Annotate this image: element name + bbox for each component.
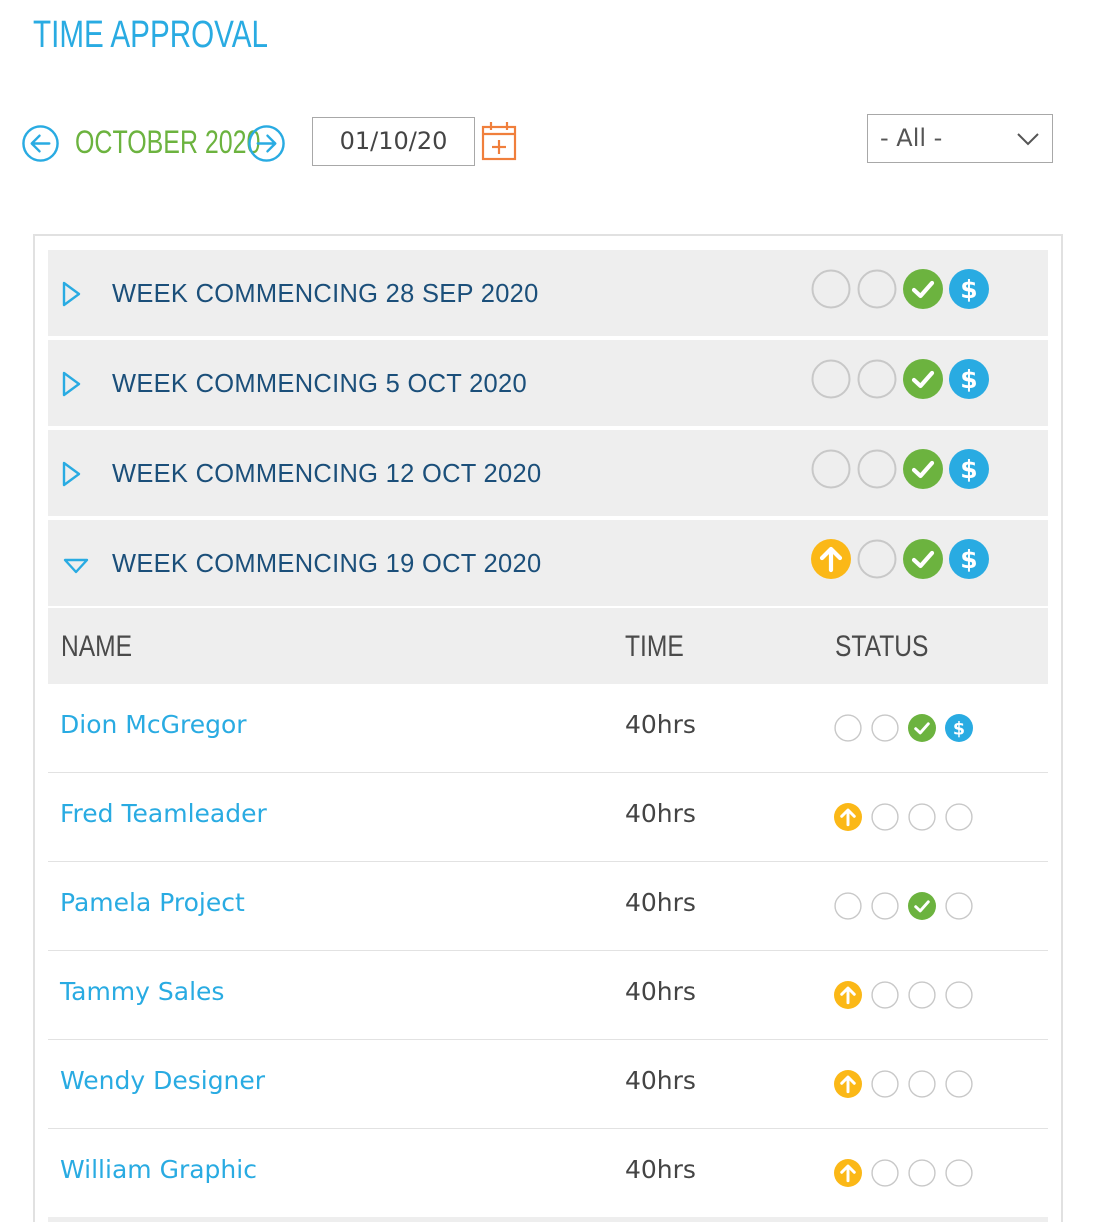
employee-time: 40hrs: [625, 710, 696, 739]
status-paid-dollar-icon: $: [945, 714, 973, 742]
status-approved-check-icon: [903, 449, 943, 489]
table-row: Dion McGregor 40hrs $: [48, 684, 1048, 773]
column-header-time: TIME: [625, 630, 684, 663]
status-approved-check-icon: [903, 359, 943, 399]
status-empty-icon: [945, 1070, 973, 1098]
status-paid-dollar-icon: $: [949, 269, 989, 309]
status-empty-icon: [871, 981, 899, 1009]
column-header-status: STATUS: [835, 630, 929, 663]
status-submitted-arrow-icon: [834, 1159, 862, 1187]
employee-name-link[interactable]: Pamela Project: [60, 888, 245, 917]
week-label: WEEK COMMENCING 12 OCT 2020: [112, 458, 542, 488]
filter-selected-value: - All -: [880, 124, 943, 152]
week-row[interactable]: WEEK COMMENCING 12 OCT 2020 $: [48, 430, 1048, 516]
status-empty-icon: [811, 359, 851, 399]
status-empty-icon: [945, 892, 973, 920]
status-empty-icon: [871, 892, 899, 920]
status-empty-icon: [811, 269, 851, 309]
current-month-label: OCTOBER 2020: [75, 124, 261, 160]
column-header-name: NAME: [61, 630, 133, 663]
svg-text:$: $: [960, 275, 977, 304]
status-submitted-arrow-icon: [834, 803, 862, 831]
triangle-right-icon[interactable]: [60, 370, 84, 398]
status-empty-icon: [834, 714, 862, 742]
triangle-down-icon[interactable]: [62, 556, 90, 576]
table-header: NAME TIME STATUS: [48, 608, 1048, 684]
table-row: Pamela Project 40hrs: [48, 862, 1048, 951]
status-approved-check-icon: [908, 892, 936, 920]
employee-name-link[interactable]: Fred Teamleader: [60, 799, 267, 828]
status-empty-icon: [871, 1070, 899, 1098]
employee-name-link[interactable]: Dion McGregor: [60, 710, 247, 739]
date-input[interactable]: 01/10/20: [312, 117, 475, 166]
svg-text:$: $: [953, 719, 965, 739]
next-month-icon[interactable]: [247, 124, 286, 163]
svg-text:$: $: [960, 365, 977, 394]
status-empty-icon: [908, 1070, 936, 1098]
status-empty-icon: [945, 1159, 973, 1187]
chevron-down-icon: [1017, 133, 1039, 146]
calendar-add-icon[interactable]: [481, 121, 517, 161]
week-row-expanded[interactable]: WEEK COMMENCING 19 OCT 2020 $: [48, 520, 1048, 606]
status-empty-icon: [945, 803, 973, 831]
week-label: WEEK COMMENCING 19 OCT 2020: [112, 548, 542, 578]
employee-time: 40hrs: [625, 977, 696, 1006]
svg-text:$: $: [960, 455, 977, 484]
status-empty-icon: [857, 269, 897, 309]
employee-time: 40hrs: [625, 1066, 696, 1095]
employee-name-link[interactable]: Tammy Sales: [60, 977, 224, 1006]
status-empty-icon: [871, 803, 899, 831]
status-empty-icon: [871, 1159, 899, 1187]
status-paid-dollar-icon: $: [949, 539, 989, 579]
status-empty-icon: [908, 981, 936, 1009]
employee-time: 40hrs: [625, 1155, 696, 1184]
status-submitted-arrow-icon: [811, 539, 851, 579]
status-empty-icon: [945, 981, 973, 1009]
employee-name-link[interactable]: Wendy Designer: [60, 1066, 265, 1095]
status-submitted-arrow-icon: [834, 981, 862, 1009]
status-empty-icon: [811, 449, 851, 489]
status-empty-icon: [908, 1159, 936, 1187]
week-label: WEEK COMMENCING 5 OCT 2020: [112, 368, 527, 398]
week-row[interactable]: WEEK COMMENCING 28 SEP 2020 $: [48, 250, 1048, 336]
status-filter-select[interactable]: - All -: [867, 114, 1053, 163]
triangle-right-icon[interactable]: [60, 280, 84, 308]
status-approved-check-icon: [903, 539, 943, 579]
page-title: TIME APPROVAL: [33, 14, 268, 56]
next-section-strip: [48, 1217, 1048, 1222]
status-paid-dollar-icon: $: [949, 359, 989, 399]
employee-time: 40hrs: [625, 799, 696, 828]
triangle-right-icon[interactable]: [60, 460, 84, 488]
table-row: William Graphic 40hrs: [48, 1129, 1048, 1218]
week-label: WEEK COMMENCING 28 SEP 2020: [112, 278, 539, 308]
employee-time: 40hrs: [625, 888, 696, 917]
table-row: Wendy Designer 40hrs: [48, 1040, 1048, 1129]
svg-text:$: $: [960, 545, 977, 574]
status-empty-icon: [871, 714, 899, 742]
employee-name-link[interactable]: William Graphic: [60, 1155, 257, 1184]
status-empty-icon: [857, 539, 897, 579]
previous-month-icon[interactable]: [21, 124, 60, 163]
status-empty-icon: [908, 803, 936, 831]
status-submitted-arrow-icon: [834, 1070, 862, 1098]
status-empty-icon: [857, 359, 897, 399]
status-empty-icon: [857, 449, 897, 489]
week-row[interactable]: WEEK COMMENCING 5 OCT 2020 $: [48, 340, 1048, 426]
status-approved-check-icon: [908, 714, 936, 742]
status-empty-icon: [834, 892, 862, 920]
status-paid-dollar-icon: $: [949, 449, 989, 489]
table-row: Tammy Sales 40hrs: [48, 951, 1048, 1040]
status-approved-check-icon: [903, 269, 943, 309]
table-row: Fred Teamleader 40hrs: [48, 773, 1048, 862]
